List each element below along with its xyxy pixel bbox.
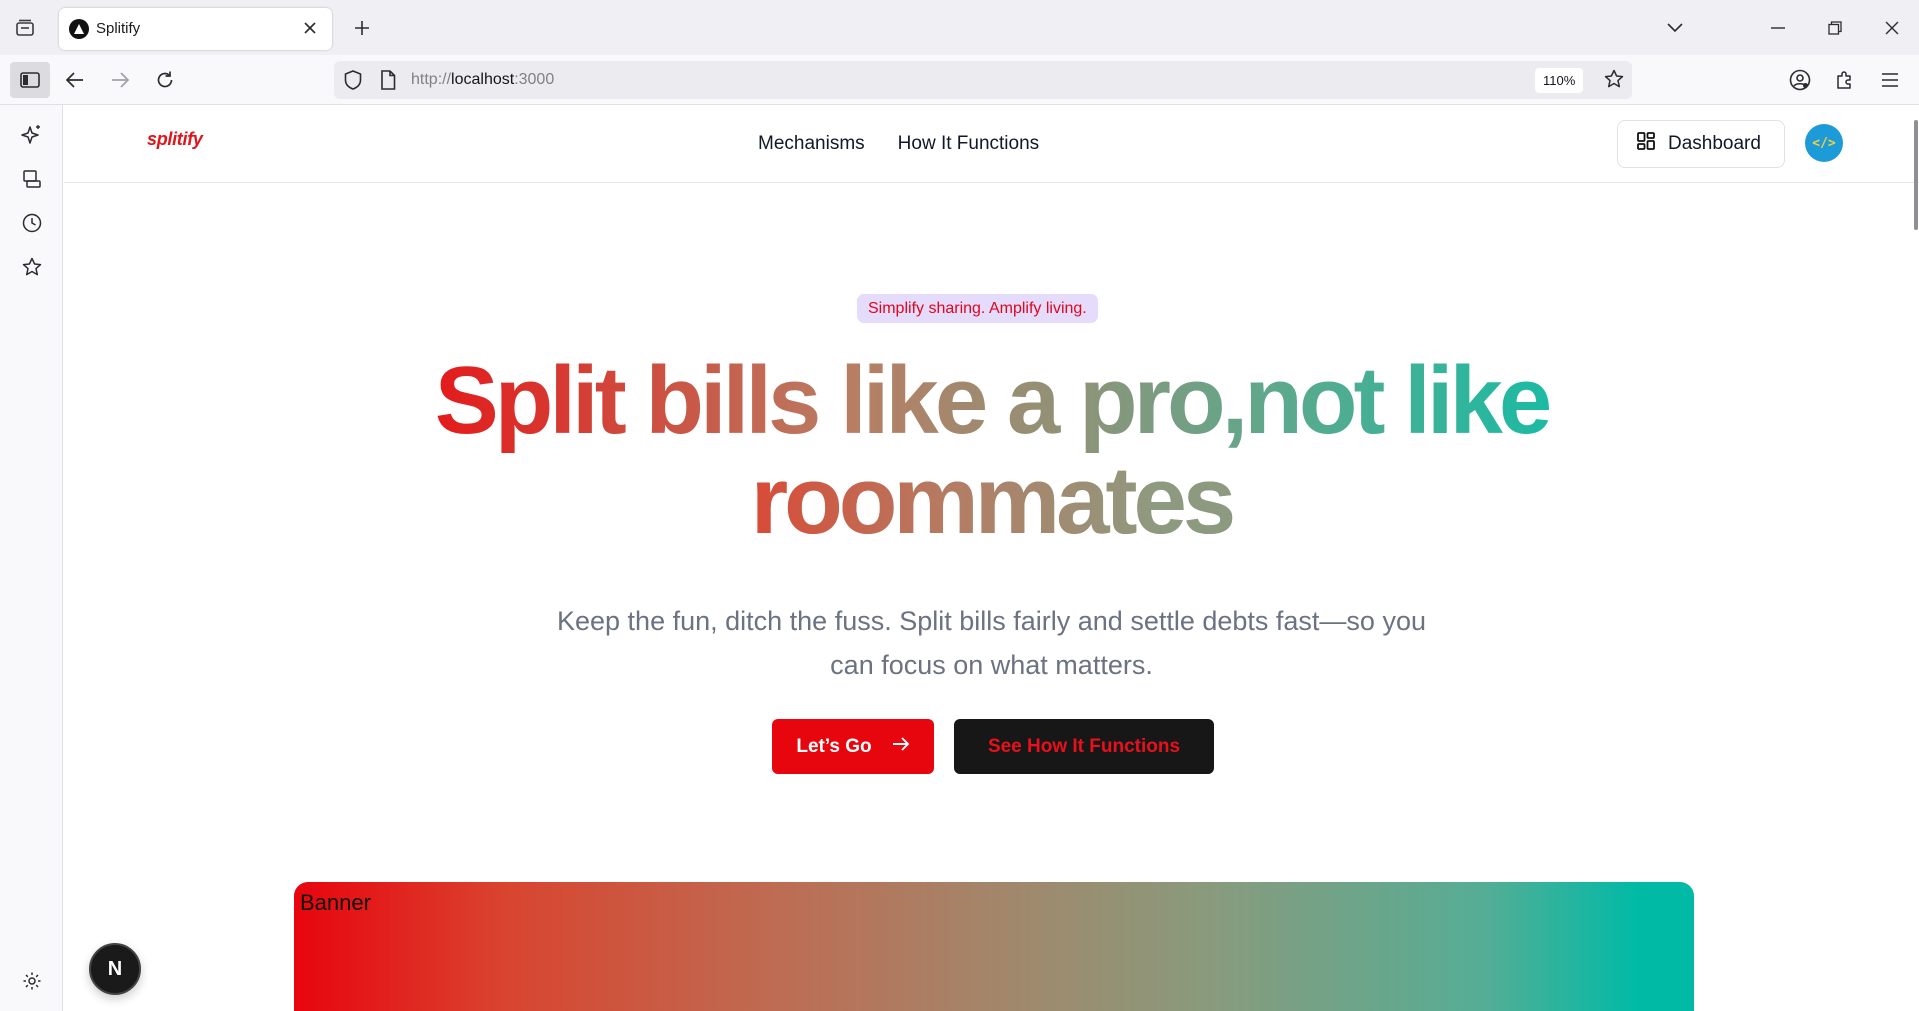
tab-list-icon[interactable] (12, 15, 38, 41)
synced-tabs-icon[interactable] (18, 165, 46, 193)
bookmarks-star-icon[interactable] (18, 253, 46, 281)
main-nav: Mechanisms How It Functions (758, 133, 1039, 155)
hero-tagline-badge: Simplify sharing. Amplify living. (857, 294, 1098, 323)
extensions-puzzle-icon[interactable] (1829, 64, 1861, 96)
tab-splitify[interactable]: Splitify (59, 8, 332, 50)
url-host: localhost (451, 71, 515, 88)
hero-subtitle-line-1: Keep the fun, ditch the fuss. Split bill… (557, 606, 1426, 636)
browser-tab-bar: Splitify (0, 0, 1919, 55)
hero-banner: Banner (294, 882, 1694, 1011)
reload-icon[interactable] (149, 64, 181, 96)
sidebar-settings-gear-icon[interactable] (18, 967, 46, 995)
url-port: :3000 (514, 71, 555, 88)
dashboard-grid-icon (1636, 131, 1656, 157)
lets-go-label: Let’s Go (796, 735, 872, 757)
list-all-tabs-chevron-icon[interactable] (1661, 14, 1689, 42)
hero-subtitle: Keep the fun, ditch the fuss. Split bill… (64, 599, 1919, 687)
zoom-level-badge[interactable]: 110% (1535, 68, 1584, 93)
page-info-icon[interactable] (380, 70, 396, 95)
new-tab-plus-icon[interactable] (348, 14, 376, 42)
forward-arrow-icon[interactable] (104, 64, 136, 96)
url-bar[interactable]: http://localhost:3000 110% (334, 61, 1632, 99)
site-header: splitify Mechanisms How It Functions Das… (64, 106, 1919, 183)
nextjs-favicon-icon (69, 19, 89, 39)
sidebar-toggle-icon[interactable] (10, 62, 50, 98)
see-how-it-functions-button[interactable]: See How It Functions (954, 719, 1214, 774)
nextjs-devtools-badge[interactable]: N (89, 943, 141, 995)
ai-sparkle-icon[interactable] (18, 121, 46, 149)
url-text[interactable]: http://localhost:3000 (411, 71, 554, 89)
browser-sidebar (0, 105, 63, 1011)
hero-title: Split bills like a pro,not like roommate… (64, 351, 1919, 551)
nav-link-how-it-functions[interactable]: How It Functions (898, 133, 1040, 155)
arrow-right-icon (892, 736, 910, 758)
splitify-logo[interactable]: splitify (147, 129, 203, 150)
user-avatar[interactable]: </> (1805, 124, 1843, 162)
account-icon[interactable] (1784, 64, 1816, 96)
banner-label: Banner (300, 890, 371, 915)
tab-title: Splitify (96, 20, 141, 37)
restore-icon[interactable] (1821, 14, 1849, 42)
web-page: splitify Mechanisms How It Functions Das… (64, 106, 1919, 1011)
browser-toolbar: http://localhost:3000 110% (0, 55, 1919, 105)
hero-subtitle-line-2: can focus on what matters. (830, 650, 1153, 680)
app-menu-hamburger-icon[interactable] (1874, 64, 1906, 96)
dashboard-label: Dashboard (1668, 133, 1761, 154)
lets-go-button[interactable]: Let’s Go (772, 719, 934, 774)
page-scrollbar[interactable] (1911, 106, 1919, 1011)
bookmark-star-icon[interactable] (1604, 69, 1624, 94)
close-window-icon[interactable] (1878, 14, 1906, 42)
scrollbar-thumb[interactable] (1914, 120, 1918, 230)
history-clock-icon[interactable] (18, 209, 46, 237)
minimize-icon[interactable] (1764, 14, 1792, 42)
back-arrow-icon[interactable] (59, 64, 91, 96)
url-scheme: http:// (411, 71, 452, 88)
dashboard-button[interactable]: Dashboard (1617, 120, 1785, 168)
close-tab-icon[interactable] (300, 18, 320, 38)
hero-title-line-1: Split bills like a pro,not like (434, 347, 1549, 454)
tracking-shield-icon[interactable] (344, 70, 362, 95)
hero-title-line-2: roommates (750, 447, 1236, 554)
nav-link-mechanisms[interactable]: Mechanisms (758, 133, 865, 155)
